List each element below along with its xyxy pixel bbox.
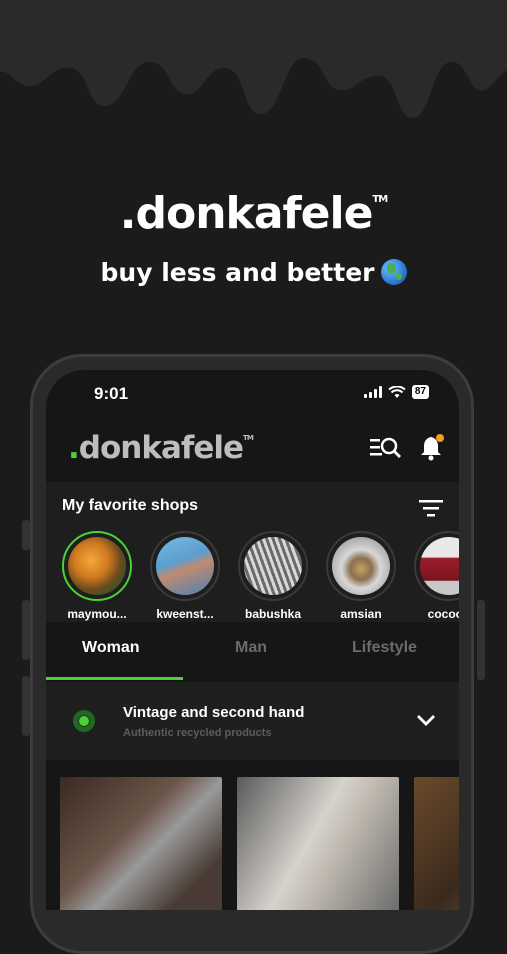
shop-name: amsian xyxy=(340,607,382,621)
battery-indicator: 87 xyxy=(411,385,429,399)
status-time: 9:01 xyxy=(94,384,129,403)
shop-item[interactable]: kweenst... xyxy=(148,531,222,621)
status-bar: 9:01 87 xyxy=(46,370,459,416)
wifi-icon xyxy=(388,385,406,398)
category-tabs: Woman Man Lifestyle xyxy=(46,622,459,680)
tab-woman[interactable]: Woman xyxy=(82,639,139,657)
app-logo[interactable]: .donkafeleTM xyxy=(68,430,254,466)
phone-side-button xyxy=(477,600,485,680)
shop-item[interactable]: maymou... xyxy=(60,531,134,621)
chevron-down-icon[interactable] xyxy=(416,713,436,727)
shop-avatar xyxy=(156,537,214,595)
favorite-shops-title: My favorite shops xyxy=(62,497,199,514)
shop-avatar-ring xyxy=(414,531,459,601)
radio-selected-icon xyxy=(73,710,95,732)
signal-icon xyxy=(363,386,382,398)
shops-row: maymou... kweenst... babushka amsian coc… xyxy=(60,531,459,621)
status-icons: 87 xyxy=(363,385,429,399)
hero-logo: .donkafeleTM xyxy=(119,188,388,239)
filter-icon[interactable] xyxy=(419,498,443,518)
globe-icon xyxy=(380,259,407,285)
search-list-icon[interactable] xyxy=(369,435,403,461)
shop-avatar-ring xyxy=(62,531,132,601)
product-card[interactable] xyxy=(60,777,222,910)
tab-man[interactable]: Man xyxy=(235,639,267,657)
phone-side-button xyxy=(22,676,30,736)
phone-side-button xyxy=(22,600,30,660)
shop-avatar xyxy=(420,537,459,595)
product-card[interactable] xyxy=(414,777,459,910)
product-grid xyxy=(60,777,459,910)
shop-avatar-ring xyxy=(150,531,220,601)
phone-side-button xyxy=(22,520,30,550)
shop-item[interactable]: babushka xyxy=(236,531,310,621)
app-header: .donkafeleTM xyxy=(46,422,459,474)
shop-name: cocooo xyxy=(427,607,459,621)
bell-icon[interactable] xyxy=(418,432,448,462)
shop-item[interactable]: cocooo xyxy=(412,531,459,621)
shop-avatar-ring xyxy=(238,531,308,601)
drip-decoration xyxy=(0,0,507,119)
shop-avatar xyxy=(244,537,302,595)
tab-lifestyle[interactable]: Lifestyle xyxy=(352,639,417,657)
shop-avatar-ring xyxy=(326,531,396,601)
category-title: Vintage and second hand xyxy=(123,704,305,721)
shop-name: babushka xyxy=(244,607,301,621)
shop-avatar xyxy=(68,537,126,595)
phone-screen: 9:01 87 .donkafeleTM My favorite shops m… xyxy=(46,370,459,910)
shop-name: kweenst... xyxy=(156,607,214,621)
category-subtitle: Authentic recycled products xyxy=(123,727,272,739)
category-selector[interactable]: Vintage and second hand Authentic recycl… xyxy=(46,682,459,760)
hero-tagline: buy less and better xyxy=(0,258,507,287)
shop-name: maymou... xyxy=(67,607,127,621)
active-tab-indicator xyxy=(46,677,183,680)
shop-item[interactable]: amsian xyxy=(324,531,398,621)
shop-avatar xyxy=(332,537,390,595)
product-card[interactable] xyxy=(237,777,399,910)
favorite-shops-section: My favorite shops maymou... kweenst... b… xyxy=(46,482,459,622)
